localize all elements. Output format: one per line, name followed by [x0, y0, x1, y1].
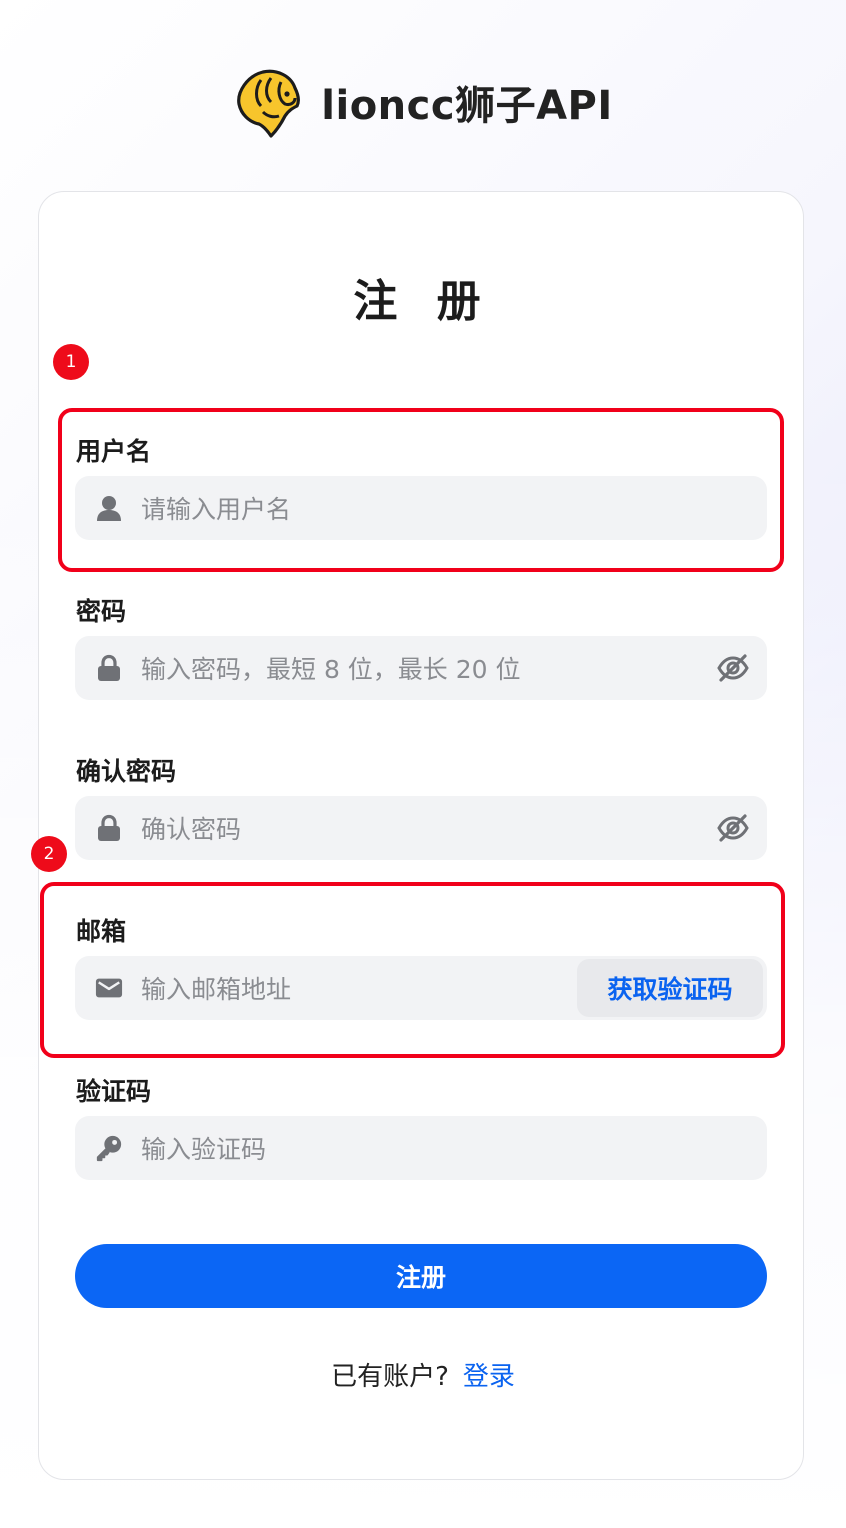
confirm-password-placeholder: 确认密码	[141, 815, 242, 844]
lion-logo-icon	[237, 69, 301, 138]
password-label: 密码	[76, 597, 127, 626]
confirm-password-label: 确认密码	[76, 757, 177, 786]
brand-header: lioncc狮子API	[0, 64, 846, 140]
annotation-badge: 2	[31, 836, 67, 872]
eye-off-icon[interactable]	[717, 654, 749, 682]
code-input[interactable]: 输入验证码	[75, 1116, 767, 1180]
annotation-box-username	[58, 408, 784, 572]
page-title: 注 册	[353, 276, 493, 327]
code-placeholder: 输入验证码	[141, 1135, 267, 1164]
login-prompt: 已有账户? 登录	[0, 1356, 846, 1393]
brand-name: lioncc狮子API	[321, 83, 613, 129]
lock-icon	[95, 814, 123, 842]
register-button[interactable]: 注册	[75, 1244, 767, 1308]
code-label: 验证码	[76, 1077, 152, 1106]
annotation-badge: 1	[53, 344, 89, 380]
lock-icon	[95, 654, 123, 682]
password-placeholder: 输入密码，最短 8 位，最长 20 位	[141, 655, 521, 684]
eye-off-icon[interactable]	[717, 814, 749, 842]
confirm-password-input[interactable]: 确认密码	[75, 796, 767, 860]
password-input[interactable]: 输入密码，最短 8 位，最长 20 位	[75, 636, 767, 700]
key-icon	[95, 1134, 123, 1162]
annotation-box-email	[40, 882, 785, 1058]
login-link[interactable]: 登录	[463, 1362, 515, 1392]
login-prompt-text: 已有账户?	[331, 1362, 449, 1392]
